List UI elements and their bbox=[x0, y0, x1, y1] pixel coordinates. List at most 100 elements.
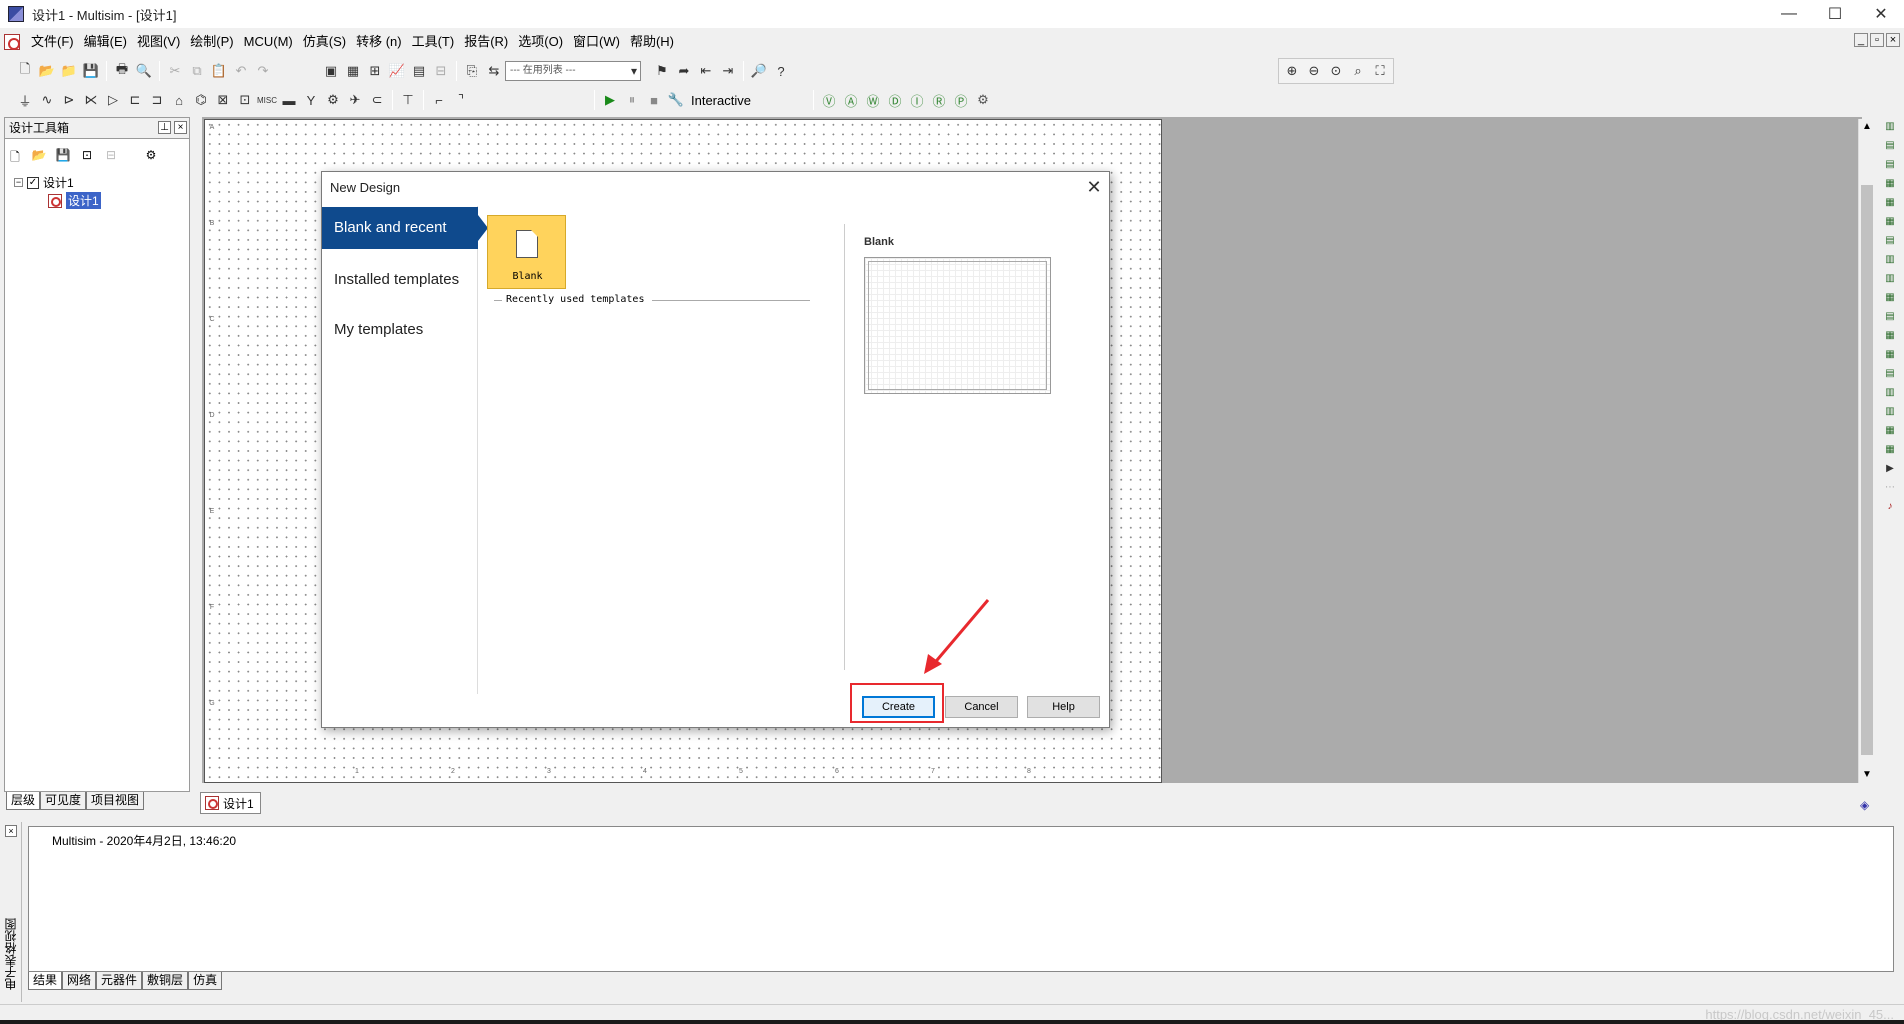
toolbox-pin-button[interactable]: ⊥ bbox=[158, 121, 171, 134]
forward-annotate-icon[interactable]: ⇥ bbox=[717, 60, 739, 82]
transistor-component-icon[interactable]: ⋉ bbox=[80, 89, 102, 111]
probe-power-icon[interactable]: Ⓦ bbox=[862, 89, 884, 111]
toggle-toolbox-icon[interactable]: ▣ bbox=[320, 60, 342, 82]
cmos-component-icon[interactable]: ⊐ bbox=[146, 89, 168, 111]
scrollbar-thumb[interactable] bbox=[1861, 185, 1873, 755]
agilent-scope-icon[interactable]: ▦ bbox=[1882, 425, 1898, 439]
new-file-icon[interactable]: 🗋 bbox=[14, 60, 36, 82]
agilent-generator-icon[interactable]: ▥ bbox=[1882, 387, 1898, 401]
wattmeter-icon[interactable]: ▤ bbox=[1882, 159, 1898, 173]
tree-root-item[interactable]: − ✓ 设计1 bbox=[14, 174, 74, 191]
mdi-restore-button[interactable]: ▫ bbox=[1870, 33, 1884, 47]
menu-edit[interactable]: 编辑(E) bbox=[79, 32, 132, 52]
erc-icon[interactable]: ⚑ bbox=[651, 60, 673, 82]
save-design-icon[interactable]: 💾 bbox=[54, 148, 72, 164]
pause-simulation-icon[interactable]: ⏸ bbox=[621, 89, 643, 111]
close-button[interactable]: ✕ bbox=[1858, 0, 1904, 28]
probe-settings-icon[interactable]: ⚙ bbox=[972, 89, 994, 111]
tab-components[interactable]: 元器件 bbox=[96, 972, 143, 990]
spectrum-analyzer-icon[interactable]: ▦ bbox=[1882, 349, 1898, 363]
replace-component-icon[interactable]: ⇆ bbox=[483, 60, 505, 82]
iv-analyzer-icon[interactable]: ▤ bbox=[1882, 311, 1898, 325]
nav-installed-templates[interactable]: Installed templates bbox=[322, 259, 478, 301]
save-icon[interactable]: 💾 bbox=[80, 60, 102, 82]
print-icon[interactable]: 🖶 bbox=[111, 60, 133, 82]
indicator-component-icon[interactable]: ⊠ bbox=[212, 89, 234, 111]
rf-component-icon[interactable]: Y bbox=[300, 89, 322, 111]
wire-icon[interactable]: ⌝ bbox=[450, 89, 472, 111]
logic-converter-icon[interactable]: ▥ bbox=[1882, 273, 1898, 287]
zoom-out-icon[interactable]: ⊖ bbox=[1303, 60, 1325, 82]
help-icon[interactable]: ? bbox=[770, 60, 792, 82]
collapse-icon[interactable]: − bbox=[14, 178, 23, 187]
four-channel-scope-icon[interactable]: ▦ bbox=[1882, 197, 1898, 211]
probe-vi-icon[interactable]: Ⓘ bbox=[906, 89, 928, 111]
ttl-component-icon[interactable]: ⊏ bbox=[124, 89, 146, 111]
menu-help[interactable]: 帮助(H) bbox=[625, 32, 679, 52]
mdi-minimize-button[interactable]: _ bbox=[1854, 33, 1868, 47]
toolbox-close-button[interactable]: × bbox=[174, 121, 187, 134]
nav-blank-and-recent[interactable]: Blank and recent bbox=[322, 207, 488, 249]
nicomponent-icon[interactable]: ✈ bbox=[344, 89, 366, 111]
diode-component-icon[interactable]: ⊳ bbox=[58, 89, 80, 111]
bode-plotter-icon[interactable]: ▦ bbox=[1882, 216, 1898, 230]
zoom-area-icon[interactable]: ⊙ bbox=[1325, 60, 1347, 82]
help-button[interactable]: Help bbox=[1027, 696, 1100, 718]
scroll-up-icon[interactable]: ▲ bbox=[1862, 121, 1872, 132]
hierarchical-block-icon[interactable]: ⊤ bbox=[397, 89, 419, 111]
tab-simulation[interactable]: 仿真 bbox=[188, 972, 223, 990]
tab-copper-layers[interactable]: 敷铜层 bbox=[142, 972, 189, 990]
spreadsheet-icon[interactable]: ▦ bbox=[342, 60, 364, 82]
tab-hierarchy[interactable]: 层级 bbox=[6, 792, 41, 810]
labview-icon[interactable]: ▶ bbox=[1882, 463, 1898, 477]
menu-mcu[interactable]: MCU(M) bbox=[239, 32, 298, 52]
postprocessor-icon[interactable]: ▤ bbox=[408, 60, 430, 82]
redo-icon[interactable]: ↷ bbox=[252, 60, 274, 82]
scroll-down-icon[interactable]: ▼ bbox=[1862, 769, 1872, 780]
distortion-analyzer-icon[interactable]: ▦ bbox=[1882, 330, 1898, 344]
mcu-component-icon[interactable]: ⌂ bbox=[168, 89, 190, 111]
component-wizard-icon[interactable]: ⊟ bbox=[430, 60, 452, 82]
undo-icon[interactable]: ↶ bbox=[230, 60, 252, 82]
document-icon[interactable] bbox=[4, 34, 20, 50]
multimeter-icon[interactable]: ▥ bbox=[1882, 121, 1898, 135]
network-analyzer-icon[interactable]: ▤ bbox=[1882, 368, 1898, 382]
full-screen-icon[interactable]: ⛶ bbox=[1369, 60, 1391, 82]
current-probe-icon[interactable]: ♪ bbox=[1882, 501, 1898, 515]
interactive-mode-label[interactable]: Interactive bbox=[691, 93, 751, 108]
probe-reference-icon[interactable]: Ⓟ bbox=[950, 89, 972, 111]
delete-sheet-icon[interactable]: ⊟ bbox=[102, 148, 120, 164]
menu-transfer[interactable]: 转移 (n) bbox=[351, 32, 407, 52]
probe-differential-icon[interactable]: Ⓓ bbox=[884, 89, 906, 111]
menu-options[interactable]: 选项(O) bbox=[513, 32, 568, 52]
zoom-fit-icon[interactable]: ⌕ bbox=[1347, 60, 1369, 82]
menu-simulate[interactable]: 仿真(S) bbox=[298, 32, 351, 52]
tab-visibility[interactable]: 可见度 bbox=[40, 792, 87, 810]
interactive-settings-icon[interactable]: 🔧 bbox=[665, 89, 687, 111]
open-folder-icon[interactable]: 📂 bbox=[36, 60, 58, 82]
menu-file[interactable]: 文件(F) bbox=[26, 32, 79, 52]
hierarchy-icon[interactable]: ⎘ bbox=[461, 60, 483, 82]
advanced-peripherals-icon[interactable]: ▬ bbox=[278, 89, 300, 111]
print-preview-icon[interactable]: 🔍 bbox=[133, 60, 155, 82]
zoom-in-icon[interactable]: ⊕ bbox=[1281, 60, 1303, 82]
tree-child-item[interactable]: 设计1 bbox=[48, 192, 101, 209]
word-generator-icon[interactable]: ▥ bbox=[1882, 254, 1898, 268]
copy-icon[interactable]: ⧉ bbox=[186, 60, 208, 82]
menu-view[interactable]: 视图(V) bbox=[132, 32, 185, 52]
run-simulation-icon[interactable]: ▶ bbox=[599, 89, 621, 111]
analog-component-icon[interactable]: ▷ bbox=[102, 89, 124, 111]
function-generator-icon[interactable]: ▤ bbox=[1882, 140, 1898, 154]
nav-my-templates[interactable]: My templates bbox=[322, 309, 478, 351]
stop-simulation-icon[interactable]: ■ bbox=[643, 89, 665, 111]
paste-icon[interactable]: 📋 bbox=[208, 60, 230, 82]
new-sheet-icon[interactable]: ⊡ bbox=[78, 148, 96, 164]
grapher-icon[interactable]: 📈 bbox=[386, 60, 408, 82]
find-examples-icon[interactable]: 🔎 bbox=[748, 60, 770, 82]
menu-tools[interactable]: 工具(T) bbox=[407, 32, 460, 52]
dialog-close-icon[interactable]: ✕ bbox=[1082, 175, 1106, 199]
menu-place[interactable]: 绘制(P) bbox=[185, 32, 238, 52]
mixed-component-icon[interactable]: ⌬ bbox=[190, 89, 212, 111]
probe-voltage-icon[interactable]: Ⓥ bbox=[818, 89, 840, 111]
maximize-button[interactable]: ☐ bbox=[1812, 0, 1858, 28]
